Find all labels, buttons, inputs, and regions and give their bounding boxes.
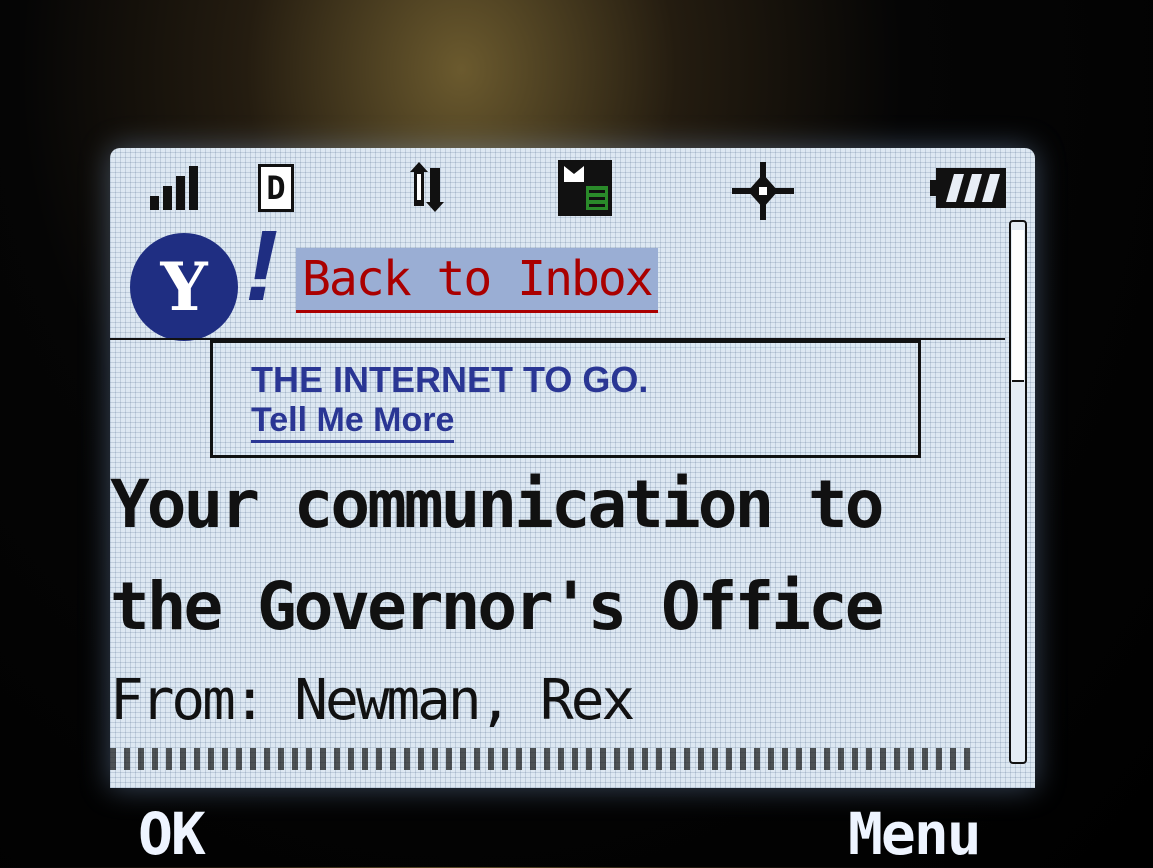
gps-location-icon xyxy=(732,162,794,224)
ad-headline: THE INTERNET TO GO. xyxy=(251,359,649,400)
phone-screen: D Y ! Back to Inbox THE INTERNET TO GO. … xyxy=(110,148,1035,788)
tell-me-more-link[interactable]: Tell Me More xyxy=(251,401,455,443)
back-to-inbox-link[interactable]: Back to Inbox xyxy=(296,248,658,313)
message-icon xyxy=(558,160,612,220)
ad-banner: THE INTERNET TO GO. Tell Me More xyxy=(210,340,921,458)
message-from: From: Newman, Rex xyxy=(110,668,635,733)
signal-strength-icon xyxy=(150,166,200,210)
scrollbar[interactable] xyxy=(1009,220,1027,764)
yahoo-logo: Y xyxy=(130,233,238,341)
data-transfer-icon xyxy=(410,162,450,216)
battery-icon xyxy=(930,168,1006,212)
network-label: D xyxy=(266,169,286,207)
message-subject-line-2: the Governor's Office xyxy=(110,568,884,645)
digital-network-icon: D xyxy=(258,164,294,212)
yahoo-logo-letter: Y xyxy=(160,248,208,326)
yahoo-logo-bang: ! xyxy=(245,210,279,322)
menu-softkey[interactable]: Menu xyxy=(848,800,982,868)
message-next-line-cutoff xyxy=(110,748,970,770)
scrollbar-thumb[interactable] xyxy=(1012,230,1024,382)
message-subject-line-1: Your communication to xyxy=(110,466,884,543)
ok-softkey[interactable]: OK xyxy=(138,800,206,868)
